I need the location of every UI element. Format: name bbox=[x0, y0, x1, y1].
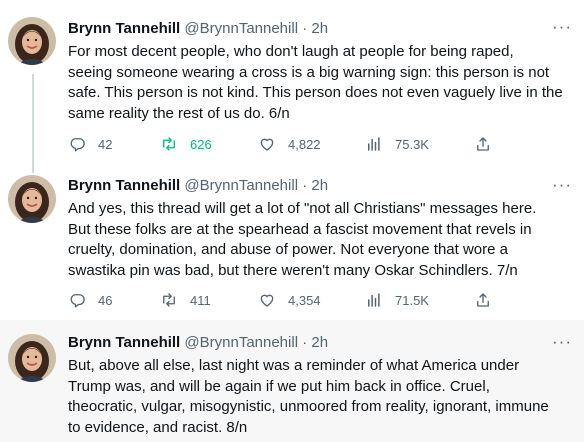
tweet-header: Brynn Tannehill @BrynnTannehill · 2h bbox=[68, 177, 536, 197]
tweet-text: For most decent people, who don't laugh … bbox=[68, 43, 563, 122]
tweet[interactable]: Brynn Tannehill @BrynnTannehill · 2h ···… bbox=[0, 320, 584, 442]
retweet-icon bbox=[160, 291, 178, 309]
heart-icon bbox=[258, 135, 276, 153]
tweet-text: And yes, this thread will get a lot of "… bbox=[68, 200, 537, 279]
tweet-header: Brynn Tannehill @BrynnTannehill · 2h bbox=[68, 20, 536, 40]
tweet-header: Brynn Tannehill @BrynnTannehill · 2h bbox=[68, 334, 536, 354]
avatar[interactable] bbox=[8, 17, 56, 65]
like-count: 4,822 bbox=[288, 136, 321, 152]
action-bar: 46 411 4,354 71.5K bbox=[68, 290, 508, 310]
reply-icon bbox=[68, 135, 86, 153]
retweet-count: 626 bbox=[190, 136, 212, 152]
action-bar: 42 626 4,822 75.3K bbox=[68, 134, 508, 154]
timestamp[interactable]: · 2h bbox=[302, 20, 328, 37]
heart-icon bbox=[258, 291, 276, 309]
timestamp[interactable]: · 2h bbox=[302, 177, 328, 194]
author-handle[interactable]: @BrynnTannehill bbox=[184, 20, 298, 37]
views-icon bbox=[365, 291, 383, 309]
share-button[interactable] bbox=[474, 134, 492, 154]
share-icon bbox=[474, 291, 492, 309]
reply-count: 42 bbox=[98, 136, 113, 152]
retweet-count: 411 bbox=[190, 292, 211, 308]
like-button[interactable]: 4,354 bbox=[258, 290, 321, 310]
views-count: 71.5K bbox=[395, 292, 429, 308]
avatar[interactable] bbox=[8, 334, 56, 382]
share-button[interactable] bbox=[474, 290, 492, 310]
author-handle[interactable]: @BrynnTannehill bbox=[184, 334, 298, 351]
author-name[interactable]: Brynn Tannehill bbox=[68, 20, 180, 37]
reply-button[interactable]: 42 bbox=[68, 134, 112, 154]
author-handle[interactable]: @BrynnTannehill bbox=[184, 177, 298, 194]
like-count: 4,354 bbox=[288, 292, 321, 308]
reply-icon bbox=[68, 291, 86, 309]
views-button[interactable]: 71.5K bbox=[365, 290, 429, 310]
avatar[interactable] bbox=[8, 175, 56, 223]
more-icon[interactable]: ··· bbox=[552, 332, 572, 352]
retweet-icon bbox=[160, 135, 178, 153]
more-icon[interactable]: ··· bbox=[552, 17, 572, 37]
share-icon bbox=[474, 135, 492, 153]
tweet-text: But, above all else, last night was a re… bbox=[68, 357, 549, 436]
views-count: 75.3K bbox=[395, 136, 429, 152]
retweet-button[interactable]: 411 bbox=[160, 290, 211, 310]
reply-count: 46 bbox=[98, 292, 113, 308]
like-button[interactable]: 4,822 bbox=[258, 134, 321, 154]
author-name[interactable]: Brynn Tannehill bbox=[68, 177, 180, 194]
tweet[interactable]: Brynn Tannehill @BrynnTannehill · 2h ···… bbox=[0, 165, 584, 320]
thread-connector bbox=[32, 74, 34, 165]
author-name[interactable]: Brynn Tannehill bbox=[68, 334, 180, 351]
thread-connector bbox=[32, 165, 34, 173]
retweet-button[interactable]: 626 bbox=[160, 134, 212, 154]
more-icon[interactable]: ··· bbox=[552, 175, 572, 195]
reply-button[interactable]: 46 bbox=[68, 290, 112, 310]
views-icon bbox=[365, 135, 383, 153]
timestamp[interactable]: · 2h bbox=[302, 334, 328, 351]
views-button[interactable]: 75.3K bbox=[365, 134, 429, 154]
tweet[interactable]: Brynn Tannehill @BrynnTannehill · 2h ···… bbox=[0, 0, 584, 165]
